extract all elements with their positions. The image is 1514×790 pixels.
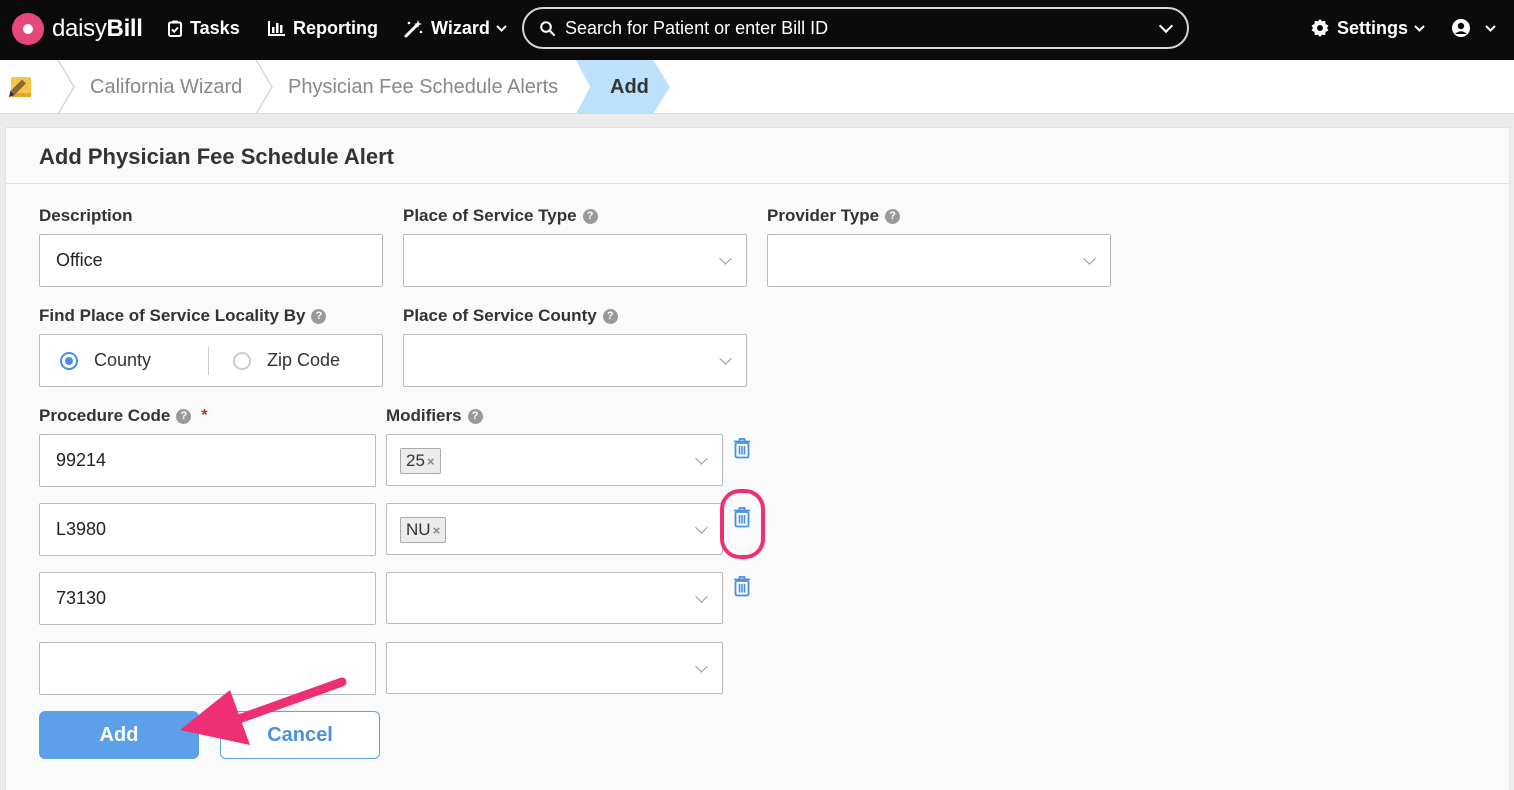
find-locality-label: Find Place of Service Locality By? — [39, 306, 327, 326]
remove-tag-icon[interactable]: × — [433, 523, 441, 538]
breadcrumb-home[interactable] — [8, 60, 34, 114]
modifier-select-1[interactable]: 25 × — [386, 434, 723, 486]
breadcrumb-current: Add — [576, 60, 670, 114]
nav-reporting-label: Reporting — [293, 17, 378, 38]
chevron-down-icon — [1485, 24, 1496, 32]
procedure-code-input[interactable] — [40, 504, 375, 555]
radio-zip-code[interactable]: Zip Code — [233, 335, 340, 386]
procedure-code-field-1[interactable] — [39, 434, 376, 487]
user-circle-icon — [1452, 19, 1470, 37]
procedure-code-field-3[interactable] — [39, 572, 376, 625]
chevron-down-icon — [1083, 252, 1096, 265]
daisy-flower-icon — [12, 13, 44, 45]
chevron-down-icon — [1414, 24, 1425, 32]
pos-type-select[interactable] — [403, 234, 747, 287]
card-header: Add Physician Fee Schedule Alert — [6, 128, 1509, 184]
nav-settings-label: Settings — [1337, 17, 1409, 38]
chevron-down-icon — [496, 24, 507, 32]
breadcrumb-fee-schedule-alerts[interactable]: Physician Fee Schedule Alerts — [288, 60, 558, 114]
logo-text-light: daisy — [52, 15, 107, 42]
modifier-tag: NU × — [400, 517, 447, 543]
description-input[interactable] — [40, 235, 382, 286]
breadcrumb: California Wizard Physician Fee Schedule… — [0, 60, 1514, 114]
nav-wizard[interactable]: Wizard — [404, 16, 515, 40]
breadcrumb-separator — [57, 60, 75, 114]
top-nav: daisyBill Tasks Reporting Wizard Setting… — [0, 0, 1514, 60]
radio-unchecked-icon — [233, 351, 251, 370]
radio-checked-icon — [60, 351, 78, 370]
pos-county-select[interactable] — [403, 334, 747, 387]
modifiers-label: Modifiers? — [386, 406, 483, 426]
chevron-down-icon — [695, 590, 708, 603]
magic-wand-icon — [404, 19, 423, 37]
notepad-pencil-icon — [9, 77, 31, 97]
help-icon[interactable]: ? — [582, 208, 598, 224]
chevron-down-icon[interactable] — [1158, 18, 1174, 33]
nav-settings[interactable]: Settings — [1311, 16, 1433, 40]
nav-tasks-label: Tasks — [190, 17, 240, 38]
required-marker: * — [201, 407, 208, 424]
description-label: Description — [39, 206, 133, 225]
nav-reporting[interactable]: Reporting — [268, 16, 378, 40]
locality-radio-group: County Zip Code — [39, 334, 383, 387]
search-icon — [540, 20, 555, 36]
help-icon[interactable]: ? — [311, 308, 327, 324]
chevron-down-icon — [719, 352, 732, 365]
pos-type-label: Place of Service Type? — [403, 206, 598, 226]
trash-icon[interactable] — [733, 437, 751, 459]
description-field[interactable] — [39, 234, 383, 287]
procedure-code-input[interactable] — [40, 573, 375, 624]
procedure-code-input[interactable] — [40, 435, 375, 486]
modifier-select-4[interactable] — [386, 642, 723, 694]
breadcrumb-separator — [255, 60, 273, 114]
daisybill-logo[interactable]: daisyBill — [12, 12, 143, 46]
remove-tag-icon[interactable]: × — [427, 454, 435, 469]
chevron-down-icon — [695, 660, 708, 673]
modifier-tag: 25 × — [400, 448, 441, 474]
procedure-code-label: Procedure Code? * — [39, 406, 208, 425]
help-icon[interactable]: ? — [176, 408, 192, 424]
chevron-down-icon — [695, 452, 708, 465]
procedure-code-field-2[interactable] — [39, 503, 376, 556]
chevron-down-icon — [695, 521, 708, 534]
modifier-select-3[interactable] — [386, 572, 723, 624]
nav-tasks[interactable]: Tasks — [168, 16, 240, 40]
modifier-select-2[interactable]: NU × — [386, 503, 723, 555]
logo-text-bold: Bill — [106, 15, 143, 42]
nav-user-menu[interactable] — [1451, 16, 1504, 40]
help-icon[interactable]: ? — [602, 308, 618, 324]
help-icon[interactable]: ? — [467, 408, 483, 424]
patient-search-box[interactable] — [522, 7, 1189, 49]
page-title: Add Physician Fee Schedule Alert — [39, 144, 394, 169]
nav-wizard-label: Wizard — [431, 17, 490, 38]
breadcrumb-california-wizard[interactable]: California Wizard — [90, 60, 242, 114]
bar-chart-icon — [268, 20, 285, 36]
radio-county[interactable]: County — [60, 335, 151, 386]
search-input[interactable] — [565, 17, 1161, 39]
gear-icon — [1311, 19, 1329, 37]
highlight-ring — [720, 489, 765, 559]
chevron-down-icon — [719, 252, 732, 265]
trash-icon[interactable] — [733, 575, 751, 597]
radio-divider — [208, 347, 209, 375]
provider-type-select[interactable] — [767, 234, 1111, 287]
help-icon[interactable]: ? — [885, 208, 901, 224]
provider-type-label: Provider Type? — [767, 206, 901, 226]
pos-county-label: Place of Service County? — [403, 306, 618, 326]
clipboard-check-icon — [168, 20, 182, 37]
annotation-arrow — [180, 677, 347, 745]
